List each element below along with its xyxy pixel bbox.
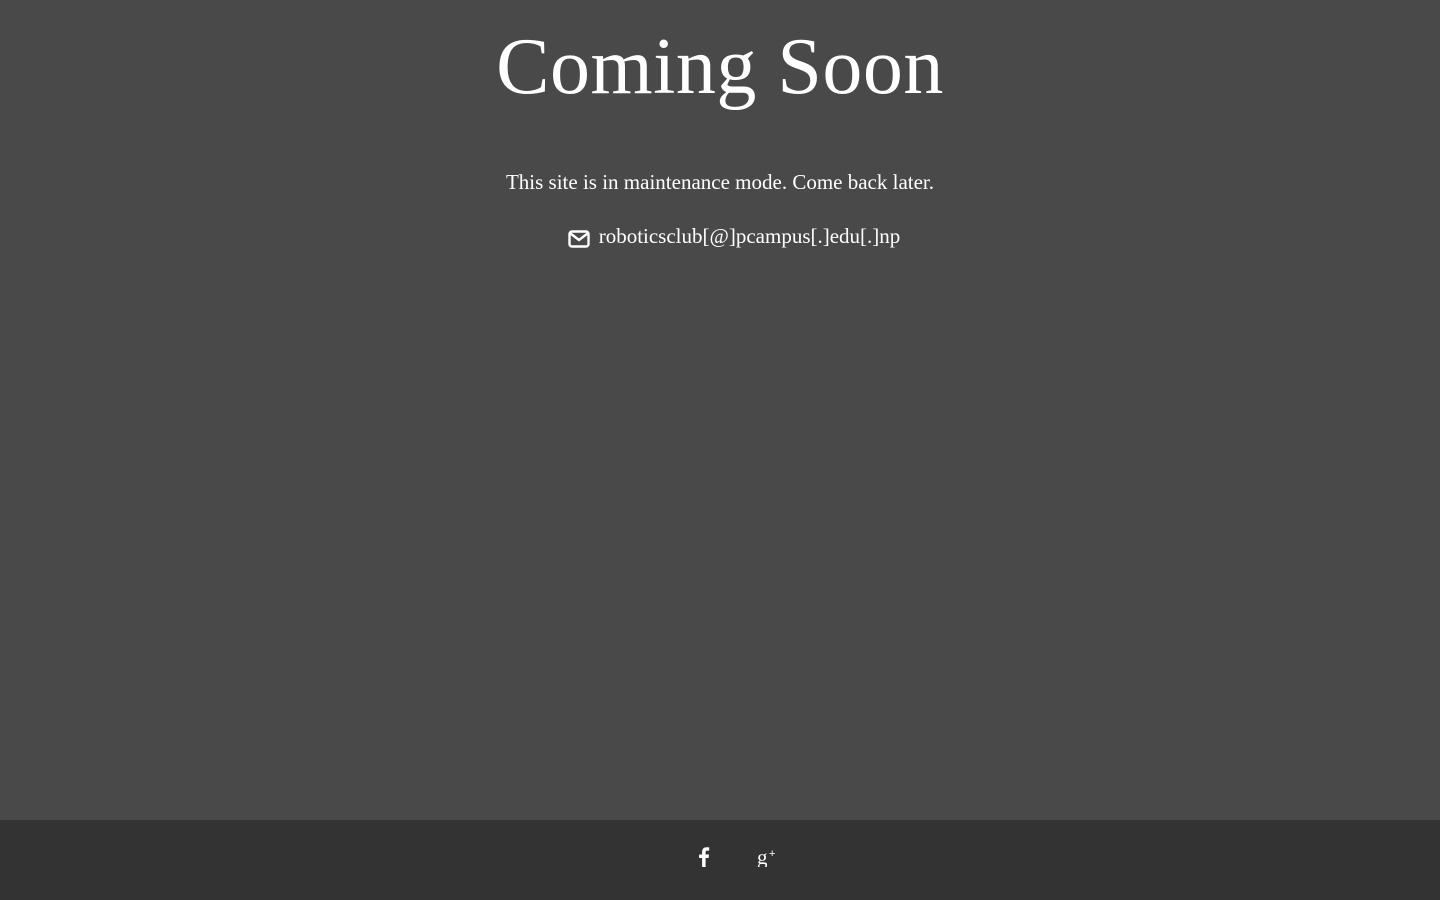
social-links: g + [692, 845, 780, 869]
contact-info: roboticsclub[@]pcampus[.]edu[.]np [0, 222, 1440, 250]
google-plus-link[interactable]: g + [756, 845, 780, 869]
svg-text:+: + [769, 848, 775, 860]
page-title: Coming Soon [496, 23, 944, 111]
maintenance-message: This site is in maintenance mode. Come b… [505, 170, 935, 194]
facebook-icon [699, 847, 710, 867]
facebook-link[interactable] [692, 845, 716, 869]
svg-text:g: g [757, 847, 768, 867]
envelope-icon [568, 227, 590, 248]
contact-email-link[interactable]: roboticsclub[@]pcampus[.]edu[.]np [599, 222, 901, 250]
maintenance-content: Coming Soon This site is in maintenance … [0, 0, 1440, 820]
footer: g + [0, 820, 1440, 900]
google-plus-icon: g + [757, 847, 775, 867]
